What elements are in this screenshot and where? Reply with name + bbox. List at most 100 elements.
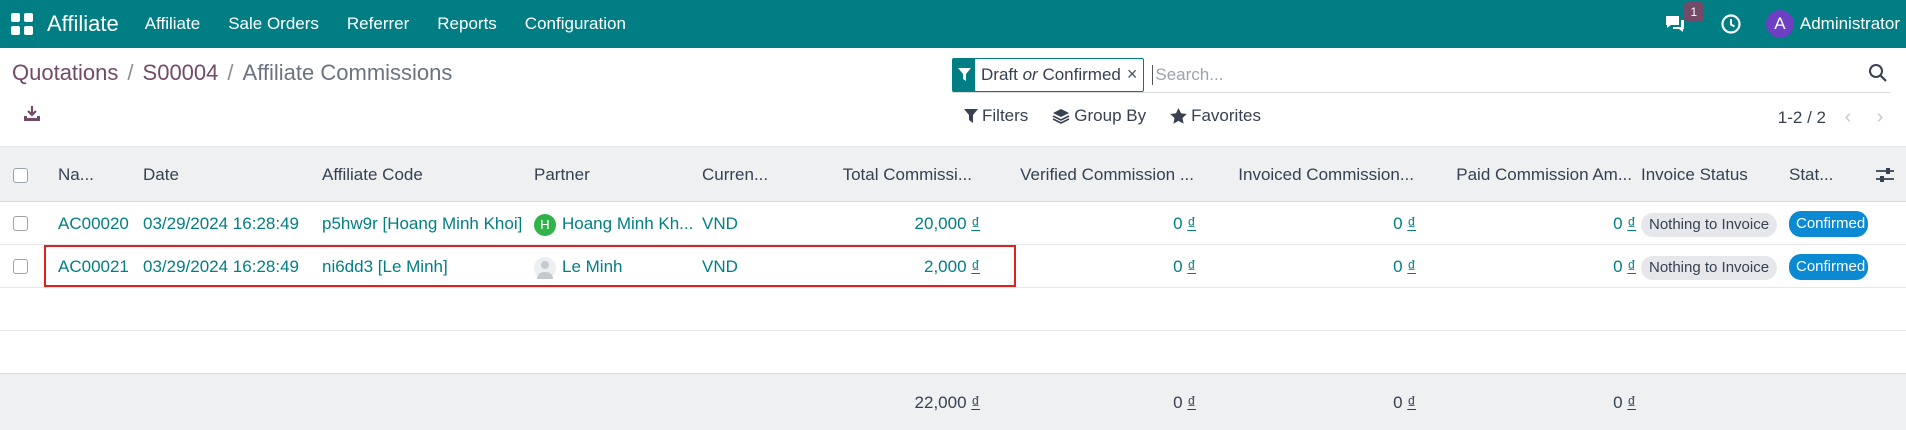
commission-list: Na... Date Affiliate Code Partner Curren… (0, 146, 1906, 374)
currency-symbol: ₫ (1627, 214, 1636, 233)
filter-funnel-icon (953, 57, 975, 92)
header-partner[interactable]: Partner (534, 147, 684, 203)
partner-avatar-placeholder-icon (534, 256, 556, 279)
header-invoiced-commission[interactable]: Invoiced Commission... (1220, 147, 1414, 203)
chat-icon[interactable]: 1 (1664, 2, 1704, 34)
cell-name[interactable]: AC00021 (58, 245, 138, 288)
header-state[interactable]: Stat... (1789, 147, 1849, 203)
invoice-status-badge: Nothing to Invoice (1641, 213, 1778, 237)
favorites-button[interactable]: Favorites (1170, 106, 1261, 126)
partner-name: Hoang Minh Kh... (562, 214, 694, 233)
navbar-systray: 1 A Administrator (1664, 0, 1906, 48)
pager-next-icon[interactable]: › (1870, 106, 1890, 129)
currency-symbol: ₫ (1627, 257, 1636, 276)
filter-facet[interactable]: Draft or Confirmed × (952, 57, 1145, 92)
filters-button[interactable]: Filters (964, 106, 1028, 126)
cell-date[interactable]: 03/29/2024 16:28:49 (143, 245, 313, 288)
search-input[interactable] (1152, 64, 1853, 85)
breadcrumb-current: Affiliate Commissions (242, 60, 453, 85)
header-total-commission[interactable]: Total Commissi... (800, 147, 972, 203)
total-commission-sum: 22,000 ₫ (914, 393, 980, 412)
group-by-label: Group By (1074, 106, 1147, 125)
favorites-label: Favorites (1191, 106, 1262, 125)
pager-previous-icon[interactable]: ‹ (1838, 106, 1858, 129)
cell-affiliate-code[interactable]: ni6dd3 [Le Minh] (322, 245, 532, 288)
menu-affiliate[interactable]: Affiliate (131, 0, 214, 48)
cell-invoiced-commission[interactable]: 0 ₫ (1220, 202, 1416, 245)
cell-verified-commission[interactable]: 0 ₫ (1000, 245, 1196, 288)
cell-name[interactable]: AC00020 (58, 202, 138, 245)
cell-paid-commission[interactable]: 0 ₫ (1440, 245, 1636, 288)
currency-symbol: ₫ (1407, 257, 1416, 276)
cell-date[interactable]: 03/29/2024 16:28:49 (143, 202, 313, 245)
cell-invoiced-commission[interactable]: 0 ₫ (1220, 245, 1416, 288)
cell-total-commission[interactable]: 20,000 ₫ (800, 202, 980, 245)
currency-symbol: ₫ (1187, 214, 1196, 233)
menu-sale-orders[interactable]: Sale Orders (214, 0, 333, 48)
search-panel-toggles: Filters Group By Favorites (964, 106, 1285, 126)
cell-verified-commission[interactable]: 0 ₫ (1000, 202, 1196, 245)
header-invoice-status[interactable]: Invoice Status (1641, 147, 1791, 203)
facet-value-draft: Draft (981, 64, 1018, 84)
user-avatar[interactable]: A (1765, 10, 1794, 38)
header-paid-commission[interactable]: Paid Commission Am... (1440, 147, 1632, 203)
currency-symbol: ₫ (1407, 393, 1416, 412)
header-verified-commission[interactable]: Verified Commission ... (1000, 147, 1194, 203)
search-bar: Draft or Confirmed × (952, 57, 1890, 93)
currency-symbol: ₫ (1187, 393, 1196, 412)
table-row[interactable]: AC00020 03/29/2024 16:28:49 p5hw9r [Hoan… (0, 202, 1906, 245)
breadcrumb-separator: / (227, 60, 234, 85)
cell-currency[interactable]: VND (702, 245, 782, 288)
cell-invoice-status[interactable]: Nothing to Invoice (1641, 202, 1791, 245)
apps-menu-icon[interactable] (11, 13, 33, 35)
chat-badge: 1 (1683, 2, 1704, 22)
row-checkbox[interactable] (13, 216, 28, 231)
menu-reports[interactable]: Reports (423, 0, 511, 48)
facet-value-confirmed: Confirmed (1042, 64, 1121, 84)
currency-symbol: ₫ (971, 393, 980, 412)
facet-remove-icon[interactable]: × (1127, 64, 1144, 85)
pager: 1-2 / 2 ‹ › (1778, 106, 1890, 129)
select-all-checkbox[interactable] (13, 168, 28, 183)
table-row[interactable]: AC00021 03/29/2024 16:28:49 ni6dd3 [Le M… (0, 245, 1906, 288)
row-checkbox[interactable] (13, 259, 28, 274)
menu-configuration[interactable]: Configuration (511, 0, 640, 48)
header-date[interactable]: Date (143, 147, 263, 203)
download-icon[interactable] (22, 104, 42, 126)
table-footer-totals: 22,000 ₫ 0 ₫ 0 ₫ 0 ₫ (0, 373, 1906, 430)
empty-row (0, 288, 1906, 331)
header-affiliate-code[interactable]: Affiliate Code (322, 147, 502, 203)
cell-state[interactable]: Confirmed (1789, 245, 1889, 288)
cell-partner[interactable]: Le Minh (534, 245, 694, 288)
facet-values: Draft or Confirmed (975, 65, 1127, 85)
table-header: Na... Date Affiliate Code Partner Curren… (0, 146, 1906, 202)
header-name[interactable]: Na... (58, 147, 118, 203)
cell-state[interactable]: Confirmed (1789, 202, 1889, 245)
activity-clock-icon[interactable] (1720, 13, 1742, 35)
empty-row (0, 331, 1906, 374)
search-icon[interactable] (1868, 63, 1888, 83)
column-settings-icon[interactable] (1876, 167, 1894, 183)
cell-paid-commission[interactable]: 0 ₫ (1440, 202, 1636, 245)
cell-affiliate-code[interactable]: p5hw9r [Hoang Minh Khoi] (322, 202, 532, 245)
breadcrumb-quotations[interactable]: Quotations (12, 60, 118, 86)
cell-partner[interactable]: H Hoang Minh Kh... (534, 202, 694, 245)
breadcrumb-separator: / (127, 60, 134, 85)
paid-commission-sum: 0 ₫ (1613, 393, 1636, 412)
cell-invoice-status[interactable]: Nothing to Invoice (1641, 245, 1791, 288)
user-name[interactable]: Administrator (1800, 14, 1900, 34)
state-badge: Confirmed (1789, 211, 1868, 237)
state-badge: Confirmed (1789, 254, 1868, 280)
cell-currency[interactable]: VND (702, 202, 782, 245)
app-title[interactable]: Affiliate (47, 11, 119, 37)
filters-label: Filters (982, 106, 1029, 125)
breadcrumb-sale-order[interactable]: S00004 (143, 60, 219, 86)
group-by-button[interactable]: Group By (1052, 106, 1146, 126)
currency-symbol: ₫ (971, 257, 980, 276)
pager-value[interactable]: 1-2 / 2 (1778, 108, 1826, 128)
partner-name: Le Minh (562, 257, 623, 276)
invoice-status-badge: Nothing to Invoice (1641, 256, 1778, 280)
header-currency[interactable]: Curren... (702, 147, 782, 203)
cell-total-commission[interactable]: 2,000 ₫ (800, 245, 980, 288)
menu-referrer[interactable]: Referrer (333, 0, 423, 48)
